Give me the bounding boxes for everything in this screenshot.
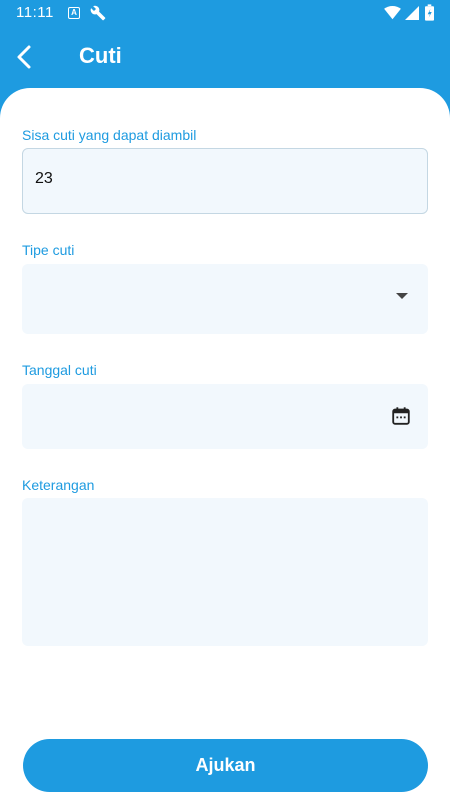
wifi-icon <box>384 6 401 25</box>
chevron-left-icon <box>17 45 31 69</box>
leave-date-label: Tanggal cuti <box>22 362 97 378</box>
signal-icon <box>405 6 419 25</box>
status-bar: 11:11 A <box>0 0 450 26</box>
leave-type-label: Tipe cuti <box>22 242 75 258</box>
form-container: Sisa cuti yang dapat diambil 23 Tipe cut… <box>0 88 450 800</box>
leave-date-field[interactable] <box>22 384 428 449</box>
submit-button[interactable]: Ajukan <box>23 739 428 792</box>
remaining-leave-field[interactable]: 23 <box>22 148 428 214</box>
calendar-icon[interactable] <box>390 405 412 432</box>
page-title: Cuti <box>79 43 122 68</box>
remaining-leave-label: Sisa cuti yang dapat diambil <box>22 127 197 143</box>
leave-type-dropdown[interactable] <box>22 264 428 334</box>
notes-textarea[interactable] <box>22 498 428 646</box>
status-time: 11:11 <box>16 4 54 21</box>
app-bar: Cuti <box>0 26 450 88</box>
back-button[interactable] <box>10 40 40 74</box>
battery-icon <box>425 4 434 26</box>
notes-label: Keterangan <box>22 477 95 493</box>
a-badge-icon: A <box>68 7 80 19</box>
dropdown-arrow-icon <box>396 293 408 299</box>
wrench-icon <box>90 5 106 26</box>
remaining-leave-value: 23 <box>35 170 53 187</box>
